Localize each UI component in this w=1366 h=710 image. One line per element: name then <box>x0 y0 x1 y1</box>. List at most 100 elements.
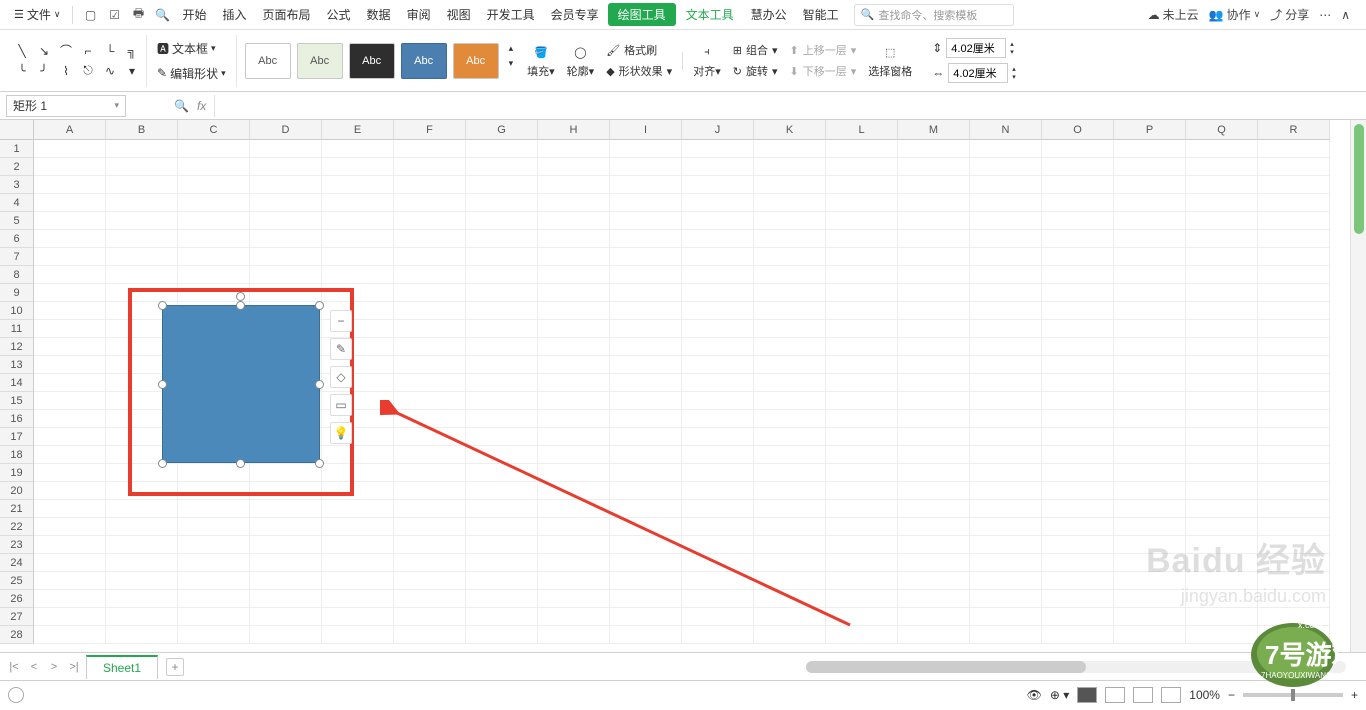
cell[interactable] <box>754 482 826 500</box>
cell[interactable] <box>538 428 610 446</box>
row-header-1[interactable]: 1 <box>0 140 34 158</box>
cell[interactable] <box>1042 374 1114 392</box>
cell[interactable] <box>826 590 898 608</box>
cell[interactable] <box>250 464 322 482</box>
cell[interactable] <box>754 302 826 320</box>
tab-nav-prev[interactable]: < <box>26 659 42 675</box>
cell[interactable] <box>34 320 106 338</box>
tab-texttool[interactable]: 文本工具 <box>678 3 742 26</box>
cell[interactable] <box>466 590 538 608</box>
tab-insert[interactable]: 插入 <box>216 3 254 26</box>
cell[interactable] <box>682 140 754 158</box>
cell[interactable] <box>394 518 466 536</box>
cell[interactable] <box>1114 158 1186 176</box>
cell[interactable] <box>970 500 1042 518</box>
cell[interactable] <box>250 554 322 572</box>
col-header-M[interactable]: M <box>898 120 970 140</box>
cell[interactable] <box>1258 410 1330 428</box>
cell[interactable] <box>466 284 538 302</box>
format-brush-button[interactable]: 🖌格式刷 <box>606 42 672 58</box>
cell[interactable] <box>466 158 538 176</box>
cell[interactable] <box>34 482 106 500</box>
cell[interactable] <box>1042 464 1114 482</box>
row-header-6[interactable]: 6 <box>0 230 34 248</box>
cell[interactable] <box>754 554 826 572</box>
cell[interactable] <box>1186 176 1258 194</box>
row-header-17[interactable]: 17 <box>0 428 34 446</box>
col-header-E[interactable]: E <box>322 120 394 140</box>
cell[interactable] <box>538 248 610 266</box>
cell[interactable] <box>610 230 682 248</box>
cell[interactable] <box>394 194 466 212</box>
cell[interactable] <box>682 572 754 590</box>
cell[interactable] <box>394 536 466 554</box>
cell[interactable] <box>1114 176 1186 194</box>
cell[interactable] <box>250 608 322 626</box>
cell[interactable] <box>898 428 970 446</box>
cell[interactable] <box>466 482 538 500</box>
tab-member[interactable]: 会员专享 <box>544 3 606 26</box>
float-shape-icon[interactable]: ◇ <box>330 366 352 388</box>
cell[interactable] <box>178 158 250 176</box>
cell[interactable] <box>970 572 1042 590</box>
cell[interactable] <box>898 482 970 500</box>
cell[interactable] <box>34 176 106 194</box>
cell[interactable] <box>1258 374 1330 392</box>
cell[interactable] <box>538 140 610 158</box>
cell[interactable] <box>394 482 466 500</box>
col-header-A[interactable]: A <box>34 120 106 140</box>
cell[interactable] <box>538 338 610 356</box>
cell[interactable] <box>682 410 754 428</box>
rotate-button[interactable]: ↻旋转▾ <box>733 63 778 79</box>
cell[interactable] <box>1042 608 1114 626</box>
cell[interactable] <box>1042 518 1114 536</box>
tab-layout[interactable]: 页面布局 <box>256 3 318 26</box>
cell[interactable] <box>682 554 754 572</box>
cell[interactable] <box>1114 338 1186 356</box>
cell[interactable] <box>1042 392 1114 410</box>
cell[interactable] <box>610 572 682 590</box>
cell[interactable] <box>394 572 466 590</box>
cell[interactable] <box>178 176 250 194</box>
cell[interactable] <box>394 266 466 284</box>
cell[interactable] <box>322 500 394 518</box>
cell[interactable] <box>106 536 178 554</box>
cell[interactable] <box>898 266 970 284</box>
cell[interactable] <box>34 284 106 302</box>
cell[interactable] <box>1042 176 1114 194</box>
cell[interactable] <box>538 212 610 230</box>
cell[interactable] <box>538 284 610 302</box>
cell[interactable] <box>754 158 826 176</box>
cell[interactable] <box>682 194 754 212</box>
cell[interactable] <box>250 500 322 518</box>
cell[interactable] <box>682 284 754 302</box>
view-normal[interactable] <box>1077 687 1097 703</box>
style-3[interactable]: Abc <box>349 43 395 79</box>
cell[interactable] <box>394 590 466 608</box>
resize-handle-nw[interactable] <box>158 301 167 310</box>
cell[interactable] <box>34 374 106 392</box>
conn1-icon[interactable]: ╰ <box>14 63 30 79</box>
cell[interactable] <box>538 302 610 320</box>
cell[interactable] <box>466 176 538 194</box>
cell[interactable] <box>394 248 466 266</box>
cell[interactable] <box>898 194 970 212</box>
cell[interactable] <box>250 518 322 536</box>
cell[interactable] <box>178 554 250 572</box>
cell[interactable] <box>538 374 610 392</box>
style-down-icon[interactable]: ▾ <box>509 58 514 69</box>
cell[interactable] <box>826 176 898 194</box>
cell[interactable] <box>1042 338 1114 356</box>
cell[interactable] <box>826 518 898 536</box>
tab-review[interactable]: 审阅 <box>400 3 438 26</box>
cell[interactable] <box>1186 428 1258 446</box>
cell[interactable] <box>178 590 250 608</box>
cell[interactable] <box>106 572 178 590</box>
cell[interactable] <box>250 284 322 302</box>
cell[interactable] <box>1186 482 1258 500</box>
cell[interactable] <box>898 302 970 320</box>
cell[interactable] <box>1258 338 1330 356</box>
cell[interactable] <box>898 212 970 230</box>
cell[interactable] <box>682 590 754 608</box>
cell[interactable] <box>754 194 826 212</box>
